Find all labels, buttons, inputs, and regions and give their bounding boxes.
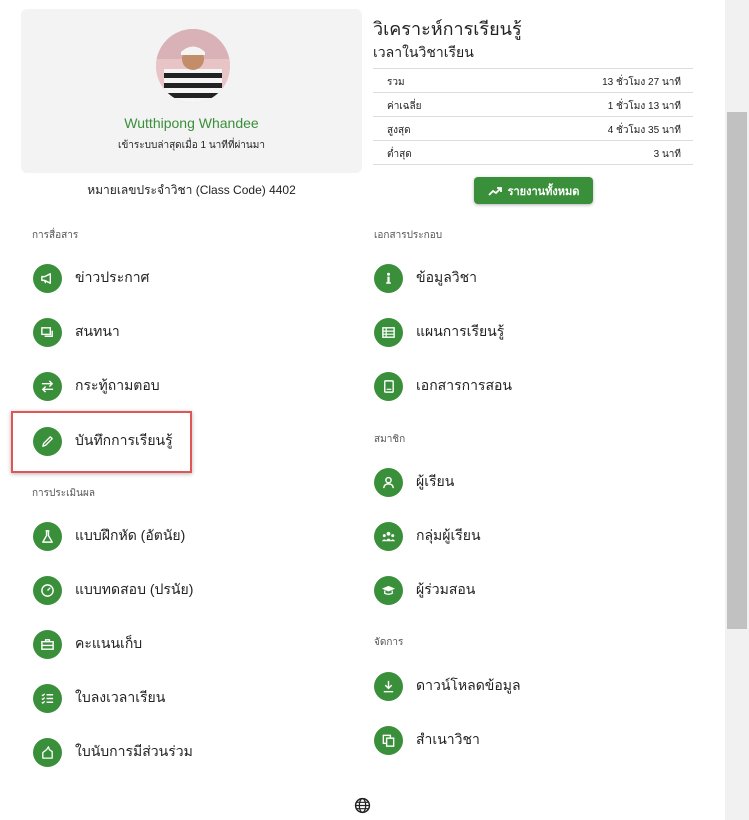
table-icon <box>374 317 403 347</box>
section-documents-heading: เอกสารประกอบ <box>374 230 443 241</box>
menu-chat[interactable]: สนทนา <box>33 315 120 349</box>
last-login-text: เข้าระบบล่าสุดเมื่อ 1 นาทีที่ผ่านมา <box>118 140 265 151</box>
menu-scores[interactable]: คะแนนเก็บ <box>33 627 142 661</box>
menu-label: คะแนนเก็บ <box>75 635 143 651</box>
book-icon <box>374 371 403 401</box>
menu-teaching-docs[interactable]: เอกสารการสอน <box>374 369 512 403</box>
graduation-cap-icon <box>374 575 403 605</box>
section-members-heading: สมาชิก <box>374 434 406 445</box>
menu-students[interactable]: ผู้เรียน <box>374 465 454 499</box>
menu-exercises[interactable]: แบบฝึกหัด (อัตนัย) <box>33 519 185 553</box>
class-code: หมายเลขประจำวิชา (Class Code) 4402 <box>87 183 296 197</box>
stat-value: 1 ชั่วโมง 13 นาที <box>607 101 681 112</box>
person-icon <box>374 467 403 497</box>
info-icon <box>374 263 403 293</box>
download-icon <box>374 671 403 701</box>
menu-label: แบบฝึกหัด (อัตนัย) <box>75 527 186 543</box>
menu-label: แผนการเรียนรู้ <box>416 323 505 339</box>
avatar <box>156 29 230 103</box>
swap-arrows-icon <box>33 371 62 401</box>
menu-label: ใบนับการมีส่วนร่วม <box>75 743 193 759</box>
flask-icon <box>33 521 62 551</box>
analytics-title: วิเคราะห์การเรียนรู้ <box>373 19 522 39</box>
menu-learning-plan[interactable]: แผนการเรียนรู้ <box>374 315 504 349</box>
report-all-button[interactable]: รายงานทั้งหมด <box>474 177 593 204</box>
speedometer-icon <box>33 575 62 605</box>
menu-label: สำเนาวิชา <box>416 731 480 747</box>
stat-value: 13 ชั่วโมง 27 นาที <box>602 77 681 88</box>
stat-label: รวม <box>387 77 405 88</box>
menu-label: สนทนา <box>75 323 120 339</box>
menu-quizzes[interactable]: แบบทดสอบ (ปรนัย) <box>33 573 193 607</box>
hand-participation-icon <box>33 737 62 767</box>
menu-copy-course[interactable]: สำเนาวิชา <box>374 723 480 757</box>
menu-participation[interactable]: ใบนับการมีส่วนร่วม <box>33 735 193 769</box>
menu-label: กลุ่มผู้เรียน <box>416 527 481 543</box>
section-communication-heading: การสื่อสาร <box>32 230 79 241</box>
stat-label: ค่าเฉลี่ย <box>387 101 422 112</box>
menu-student-groups[interactable]: กลุ่มผู้เรียน <box>374 519 481 553</box>
copy-icon <box>374 725 403 755</box>
menu-label: ใบลงเวลาเรียน <box>75 689 166 705</box>
menu-attendance[interactable]: ใบลงเวลาเรียน <box>33 681 165 715</box>
menu-label: กระทู้ถามตอบ <box>75 377 160 393</box>
menu-label: ข่าวประกาศ <box>75 269 150 285</box>
menu-label: ดาวน์โหลดข้อมูล <box>416 677 521 693</box>
time-stats-table: รวม 13 ชั่วโมง 27 นาที ค่าเฉลี่ย 1 ชั่วโ… <box>373 68 693 165</box>
profile-card: Wutthipong Whandee เข้าระบบล่าสุดเมื่อ 1… <box>21 9 362 173</box>
stat-label: สูงสุด <box>387 125 411 136</box>
menu-label: เอกสารการสอน <box>416 377 512 393</box>
stat-value: 3 นาที <box>653 149 681 160</box>
stat-label: ต่ำสุด <box>387 149 412 160</box>
menu-qa-board[interactable]: กระทู้ถามตอบ <box>33 369 160 403</box>
menu-label: ผู้ร่วมสอน <box>416 581 476 597</box>
scrollbar[interactable] <box>725 0 749 820</box>
analytics-subtitle: เวลาในวิชาเรียน <box>373 44 474 60</box>
stat-row-total: รวม 13 ชั่วโมง 27 นาที <box>373 68 693 93</box>
section-manage-heading: จัดการ <box>374 637 404 648</box>
trending-up-icon <box>487 186 502 196</box>
highlight-box <box>11 411 192 473</box>
briefcase-icon <box>33 629 62 659</box>
menu-label: ข้อมูลวิชา <box>416 269 478 285</box>
report-all-label: รายงานทั้งหมด <box>507 185 580 198</box>
user-name: Wutthipong Whandee <box>124 115 259 131</box>
chat-icon <box>33 317 62 347</box>
stat-row-max: สูงสุด 4 ชั่วโมง 35 นาที <box>373 117 693 141</box>
menu-label: แบบทดสอบ (ปรนัย) <box>75 581 194 597</box>
menu-label: ผู้เรียน <box>416 473 455 489</box>
checklist-icon <box>33 683 62 713</box>
stat-row-min: ต่ำสุด 3 นาที <box>373 141 693 165</box>
menu-co-teachers[interactable]: ผู้ร่วมสอน <box>374 573 475 607</box>
megaphone-icon <box>33 263 62 293</box>
menu-announcements[interactable]: ข่าวประกาศ <box>33 261 149 295</box>
group-icon <box>374 521 403 551</box>
section-assessment-heading: การประเมินผล <box>32 488 95 499</box>
menu-course-info[interactable]: ข้อมูลวิชา <box>374 261 477 295</box>
menu-download-data[interactable]: ดาวน์โหลดข้อมูล <box>374 669 521 703</box>
scrollbar-thumb[interactable] <box>727 112 747 629</box>
stat-row-average: ค่าเฉลี่ย 1 ชั่วโมง 13 นาที <box>373 93 693 117</box>
language-globe-icon[interactable] <box>354 797 371 814</box>
stat-value: 4 ชั่วโมง 35 นาที <box>607 125 681 136</box>
